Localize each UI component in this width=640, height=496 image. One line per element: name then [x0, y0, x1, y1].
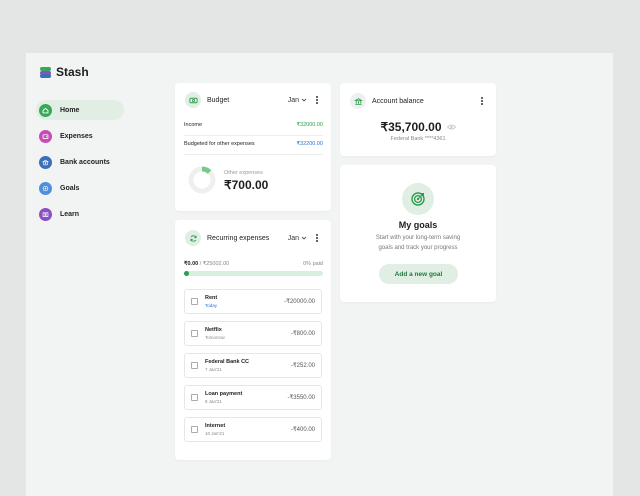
goals-description-line2: goals and track your progress: [378, 245, 458, 251]
income-row: Income ₹32000.00: [184, 122, 323, 128]
paid-summary: ₹0.00 / ₹25002.00 0% paid: [184, 261, 323, 267]
sidebar-item-label: Goals: [60, 184, 80, 192]
expense-date: Tomorrow: [205, 335, 225, 340]
book-icon: [39, 207, 52, 221]
expense-date: 8 Jan'21: [205, 399, 222, 404]
budgeted-row: Budgeted for other expenses ₹32200.00: [184, 141, 323, 147]
divider: [184, 154, 323, 155]
chevron-down-icon: [301, 236, 307, 240]
expense-amount: -₹400.00: [290, 427, 315, 433]
app-logo: Stash: [40, 65, 89, 79]
progress-track: [184, 271, 323, 276]
expense-checkbox[interactable]: [191, 426, 198, 433]
budgeted-value: ₹32200.00: [296, 141, 323, 147]
expense-name: Netflix: [205, 327, 222, 333]
app-window: Stash Home Expenses Bank accounts Goals: [26, 53, 613, 496]
recurring-header: Recurring expenses Jan: [185, 230, 321, 246]
wallet-icon: [39, 129, 52, 143]
expense-item-netflix[interactable]: Netflix Tomorrow -₹800.00: [184, 321, 322, 346]
expense-checkbox[interactable]: [191, 298, 198, 305]
expense-date: 10 Jan'21: [205, 431, 225, 436]
other-expenses-label: Other expenses: [224, 170, 263, 176]
budgeted-label: Budgeted for other expenses: [184, 141, 255, 147]
total-amount: / ₹25002.00: [199, 261, 230, 267]
sidebar-item-expenses[interactable]: Expenses: [36, 126, 124, 146]
add-goal-button[interactable]: Add a new goal: [379, 264, 458, 284]
target-icon: [39, 181, 52, 195]
sidebar-item-label: Expenses: [60, 132, 93, 140]
goals-description-line1: Start with your long-term saving: [375, 235, 461, 241]
bank-icon: [39, 155, 52, 169]
other-expenses-value: ₹700.00: [224, 178, 269, 192]
paid-amount: ₹0.00: [184, 261, 199, 267]
progress-fill: [184, 271, 189, 276]
goal-target-icon: [402, 183, 434, 215]
sidebar-item-label: Home: [60, 106, 80, 114]
more-options-icon[interactable]: [313, 234, 321, 242]
recurring-month-select[interactable]: Jan: [288, 235, 307, 242]
expense-name: Rent: [205, 295, 218, 301]
bank-account-label: Federal Bank ****4361: [390, 136, 446, 142]
account-header: Account balance: [350, 93, 486, 109]
sidebar: Home Expenses Bank accounts Goals Learn: [36, 100, 124, 230]
sidebar-item-bank-accounts[interactable]: Bank accounts: [36, 152, 124, 172]
sidebar-item-label: Learn: [60, 210, 80, 218]
recurring-expenses-card: Recurring expenses Jan ₹0.00 / ₹25002.00…: [175, 220, 331, 460]
sidebar-item-learn[interactable]: Learn: [36, 204, 124, 224]
app-name: Stash: [56, 65, 89, 79]
expense-checkbox[interactable]: [191, 362, 198, 369]
account-balance-card: Account balance ₹35,700.00 Federal Bank …: [340, 83, 496, 156]
expense-date: 7 Jan'21: [205, 367, 222, 372]
income-label: Income: [184, 122, 203, 128]
expense-name: Internet: [205, 423, 226, 429]
expense-item-rent[interactable]: Rent Today -₹20000.00: [184, 289, 322, 314]
expense-amount: -₹252.00: [290, 363, 315, 369]
month-value: Jan: [287, 234, 299, 242]
recurring-title: Recurring expenses: [207, 234, 270, 242]
expense-checkbox[interactable]: [191, 394, 198, 401]
sidebar-item-home[interactable]: Home: [36, 100, 124, 120]
bank-icon: [350, 93, 366, 109]
more-options-icon[interactable]: [313, 96, 321, 104]
home-icon: [39, 103, 52, 117]
expense-item-loan-payment[interactable]: Loan payment 8 Jan'21 -₹3550.00: [184, 385, 322, 410]
divider: [184, 135, 323, 136]
sidebar-item-goals[interactable]: Goals: [36, 178, 124, 198]
other-expenses-donut: [188, 166, 216, 194]
account-title: Account balance: [372, 97, 424, 105]
budget-title: Budget: [207, 96, 230, 104]
goals-card: My goals Start with your long-term savin…: [340, 165, 496, 302]
logo-icon: [40, 66, 51, 78]
expense-amount: -₹20000.00: [284, 299, 315, 305]
account-balance-value: ₹35,700.00: [380, 120, 442, 134]
more-options-icon[interactable]: [478, 97, 486, 105]
budget-header: Budget Jan: [185, 92, 321, 108]
money-icon: [185, 92, 201, 108]
expense-item-federal-bank-cc[interactable]: Federal Bank CC 7 Jan'21 -₹252.00: [184, 353, 322, 378]
percent-paid: 0% paid: [303, 261, 323, 267]
chevron-down-icon: [301, 98, 307, 102]
expense-name: Loan payment: [205, 391, 243, 397]
income-value: ₹32000.00: [296, 122, 323, 128]
month-value: Jan: [287, 96, 299, 104]
eye-icon[interactable]: [446, 124, 456, 130]
refresh-icon: [185, 230, 201, 246]
expense-item-internet[interactable]: Internet 10 Jan'21 -₹400.00: [184, 417, 322, 442]
expense-name: Federal Bank CC: [205, 359, 250, 365]
goals-title: My goals: [398, 220, 438, 230]
expense-amount: -₹3550.00: [287, 395, 315, 401]
expense-date: Today: [205, 303, 218, 308]
sidebar-item-label: Bank accounts: [60, 158, 110, 166]
expense-amount: -₹800.00: [290, 331, 315, 337]
expense-checkbox[interactable]: [191, 330, 198, 337]
budget-card: Budget Jan Income ₹32000.00 Budgeted for…: [175, 83, 331, 211]
budget-month-select[interactable]: Jan: [288, 97, 307, 104]
